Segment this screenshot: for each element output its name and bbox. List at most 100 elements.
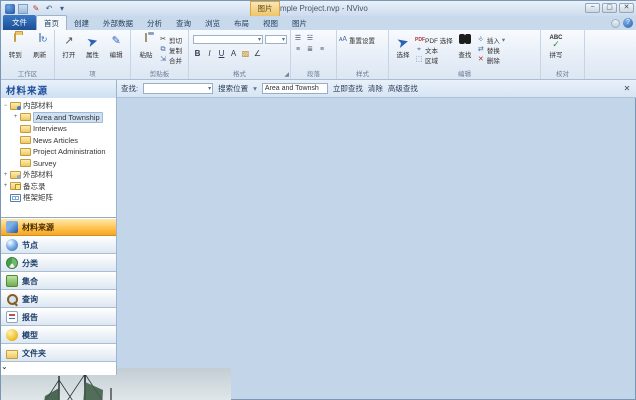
font-color-button[interactable]: A xyxy=(229,49,238,58)
tree-item-project-administration[interactable]: Project Administration xyxy=(1,146,116,158)
go-folder-icon xyxy=(14,33,16,42)
search-in-dropdown[interactable]: 搜索位置 xyxy=(218,83,248,94)
text-select-icon: ⌖ xyxy=(415,46,423,54)
tab-home[interactable]: 首页 xyxy=(36,15,67,30)
tab-create[interactable]: 创建 xyxy=(67,16,96,30)
reset-settings-button[interactable]: 🗚 重置设置 xyxy=(339,32,375,41)
cut-button[interactable]: ✂剪切 xyxy=(159,35,182,44)
group-label-edit: 编辑 xyxy=(389,68,540,78)
highlight-button[interactable]: ▨ xyxy=(241,49,250,58)
merge-button[interactable]: ⇲合并 xyxy=(159,55,182,64)
clear-button[interactable]: 清除 xyxy=(368,83,383,94)
tree-item-area-and-township[interactable]: + Area and Township xyxy=(1,112,116,124)
folder-icon xyxy=(20,113,31,121)
properties-button[interactable]: ➤ 属性 xyxy=(81,32,105,59)
replace-button[interactable]: ⇄替换 xyxy=(477,45,505,54)
advanced-find-button[interactable]: 高级查找 xyxy=(388,83,418,94)
tab-file[interactable]: 文件 xyxy=(3,15,36,30)
spelling-abc-icon: ABC✓ xyxy=(550,35,563,49)
tab-analyze[interactable]: 分析 xyxy=(140,16,169,30)
text-select-button[interactable]: ⌖文本 xyxy=(415,45,453,54)
tab-layout[interactable]: 布局 xyxy=(227,16,256,30)
tab-external-data[interactable]: 外部数据 xyxy=(96,16,140,30)
nav-queries[interactable]: 查询 xyxy=(1,290,116,308)
insert-button[interactable]: ⎀插入▾ xyxy=(477,35,505,44)
find-button[interactable]: 查找 xyxy=(453,32,477,59)
align-icon[interactable]: ≡ xyxy=(317,46,327,54)
outdent-icon[interactable]: ≣ xyxy=(305,46,315,54)
tree-item-interviews[interactable]: Interviews xyxy=(1,123,116,135)
find-now-button[interactable]: 立即查找 xyxy=(333,83,363,94)
maximize-button[interactable]: ▢ xyxy=(602,3,617,13)
select-button[interactable]: ➤ 选择 xyxy=(391,32,415,59)
tree-item-memos[interactable]: + 备忘录 xyxy=(1,181,116,193)
bold-button[interactable]: B xyxy=(193,49,202,58)
tree-item-survey[interactable]: Survey xyxy=(1,158,116,170)
delete-button[interactable]: ✕删除 xyxy=(477,55,505,64)
region-select-button[interactable]: ⬚区域 xyxy=(415,55,453,64)
tree-item-internals[interactable]: − 内部材料 xyxy=(1,100,116,112)
nav-sources[interactable]: 材料来源 xyxy=(1,218,116,236)
nav-folders[interactable]: 文件夹 xyxy=(1,344,116,362)
sources-panel-title: 材料来源 xyxy=(1,80,117,98)
tab-query[interactable]: 查询 xyxy=(169,16,198,30)
pdf-select-button[interactable]: PDFPDF 选择 xyxy=(415,35,453,44)
refresh-icon xyxy=(39,33,41,42)
strike-button[interactable]: ∠ xyxy=(253,49,262,58)
window-title: Sample Project.nvp - NVivo xyxy=(1,4,636,13)
pdf-icon: PDF xyxy=(415,36,423,44)
font-size-combo[interactable] xyxy=(265,35,287,44)
close-button[interactable]: ✕ xyxy=(619,3,634,13)
group-label-clipboard: 剪贴板 xyxy=(131,68,188,78)
customize-nav-icon[interactable]: ⌄ xyxy=(1,362,8,371)
underline-button[interactable]: U xyxy=(217,49,226,58)
go-to-button[interactable]: 转到 xyxy=(3,32,28,59)
indent-icon[interactable]: ≡ xyxy=(293,46,303,54)
refresh-button[interactable]: 刷新 xyxy=(28,32,53,59)
search-scope-box[interactable]: Area and Townsh xyxy=(262,83,328,94)
tab-picture[interactable]: 图片 xyxy=(285,16,314,30)
tree-item-news-articles[interactable]: News Articles xyxy=(1,135,116,147)
reset-settings-icon: 🗚 xyxy=(339,36,347,44)
group-proofing: ABC✓ 拼写 校对 xyxy=(541,30,585,79)
expand-icon[interactable]: + xyxy=(1,183,10,189)
memos-folder-icon xyxy=(10,182,21,190)
queries-magnifier-icon xyxy=(6,293,18,305)
merge-icon: ⇲ xyxy=(159,56,167,64)
find-combo[interactable] xyxy=(143,83,213,94)
find-bar: 查找: 搜索位置 ▾ Area and Townsh 立即查找 清除 高级查找 … xyxy=(117,80,636,98)
folder-icon xyxy=(20,148,31,156)
tab-explore[interactable]: 浏览 xyxy=(198,16,227,30)
edit-button[interactable]: ✎ 编辑 xyxy=(104,32,128,59)
nav-reports[interactable]: 报告 xyxy=(1,308,116,326)
help-icon[interactable]: ? xyxy=(623,18,633,28)
nav-nodes[interactable]: 节点 xyxy=(1,236,116,254)
title-bar: ✎ ↶ ▾ Sample Project.nvp - NVivo 图片 − ▢ … xyxy=(1,1,636,16)
bullet-list-icon[interactable]: ☰ xyxy=(293,35,303,43)
tree-item-framework-matrices[interactable]: 框架矩阵 xyxy=(1,192,116,204)
nav-models[interactable]: 模型 xyxy=(1,326,116,344)
spelling-button[interactable]: ABC✓ 拼写 xyxy=(543,32,569,59)
tab-view[interactable]: 视图 xyxy=(256,16,285,30)
replace-icon: ⇄ xyxy=(477,46,485,54)
tree-item-externals[interactable]: + 外部材料 xyxy=(1,169,116,181)
number-list-icon[interactable]: ☱ xyxy=(305,35,315,43)
expand-icon[interactable]: + xyxy=(1,172,10,178)
italic-button[interactable]: I xyxy=(205,49,214,58)
collapse-icon[interactable]: − xyxy=(1,103,10,109)
region-select-icon: ⬚ xyxy=(415,56,423,64)
find-bar-close-icon[interactable]: ✕ xyxy=(621,84,633,93)
ribbon-minimize-icon[interactable] xyxy=(611,19,620,28)
minimize-button[interactable]: − xyxy=(585,3,600,13)
expand-icon[interactable]: + xyxy=(11,114,20,120)
ribbon: 转到 刷新 工作区 ↗ 打开 ➤ 属性 ✎ 编辑 项 xyxy=(1,30,636,80)
copy-button[interactable]: ⧉复制 xyxy=(159,45,182,54)
paste-button[interactable]: 粘贴 xyxy=(133,32,159,59)
open-button[interactable]: ↗ 打开 xyxy=(57,32,81,59)
group-label-style: 样式 xyxy=(337,68,388,78)
nav-collections[interactable]: 集合 xyxy=(1,272,116,290)
internals-folder-icon xyxy=(10,102,21,110)
font-family-combo[interactable] xyxy=(193,35,263,44)
nav-classifications[interactable]: 分类 xyxy=(1,254,116,272)
scissors-icon: ✂ xyxy=(159,36,167,44)
